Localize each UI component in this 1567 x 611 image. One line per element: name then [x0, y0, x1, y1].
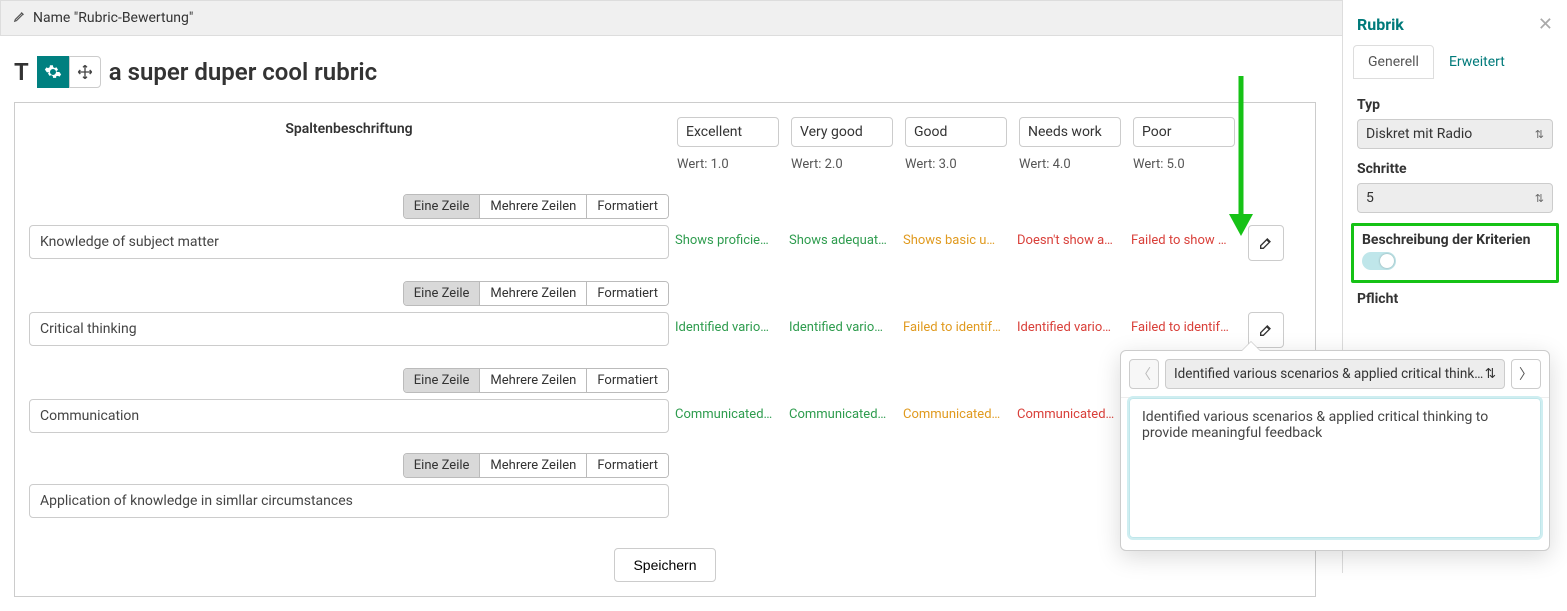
seg-multi-line[interactable]: Mehrere Zeilen — [480, 454, 587, 477]
column-value: Wert: 2.0 — [787, 147, 897, 174]
row-format-segmented: Eine Zeile Mehrere Zeilen Formatiert — [403, 368, 669, 393]
rubric-grid: Spaltenbeschriftung Excellent Very good … — [29, 117, 1301, 518]
column-header-input[interactable]: Excellent — [677, 117, 779, 147]
seg-one-line[interactable]: Eine Zeile — [404, 195, 481, 218]
column-value: Wert: 4.0 — [1015, 147, 1125, 174]
criteria-cell[interactable]: Identified vario… — [787, 312, 897, 348]
column-header-input[interactable]: Needs work — [1019, 117, 1121, 147]
seg-multi-line[interactable]: Mehrere Zeilen — [480, 282, 587, 305]
annotation-arrow-icon — [1229, 76, 1269, 246]
tool-pair — [37, 56, 101, 88]
label-steps: Schritte — [1357, 161, 1553, 177]
row-format-segmented: Eine Zeile Mehrere Zeilen Formatiert — [403, 194, 669, 219]
label-criteria-desc: Beschreibung der Kriterien — [1362, 232, 1548, 248]
column-value: Wert: 1.0 — [673, 147, 783, 174]
label-typ: Typ — [1357, 97, 1553, 113]
criteria-editor-popover: 〈 Identified various scenarios & applied… — [1120, 350, 1550, 551]
gear-button[interactable] — [37, 56, 69, 88]
title-suffix: a super duper cool rubric — [105, 58, 377, 86]
pencil-icon — [13, 9, 27, 27]
row-label-input[interactable]: Application of knowledge in simllar circ… — [29, 484, 669, 518]
seg-formatted[interactable]: Formatiert — [587, 282, 668, 305]
criteria-cell[interactable]: Communicated… — [901, 399, 1011, 433]
rubric-title-row: T a super duper cool rubric — [14, 56, 1316, 88]
criteria-textarea[interactable] — [1129, 398, 1541, 538]
chevron-updown-icon: ⇅ — [1535, 192, 1544, 205]
chevron-right-icon: 〉 — [1519, 364, 1533, 384]
seg-one-line[interactable]: Eine Zeile — [404, 369, 481, 392]
seg-formatted[interactable]: Formatiert — [587, 369, 668, 392]
row-label-input[interactable]: Knowledge of subject matter — [29, 225, 669, 259]
chevron-updown-icon: ⇅ — [1485, 366, 1496, 382]
column-label-heading: Spaltenbeschriftung — [29, 117, 669, 147]
criteria-select[interactable]: Identified various scenarios & applied c… — [1165, 359, 1505, 389]
sidebar-title: Rubrik — [1357, 15, 1404, 34]
seg-formatted[interactable]: Formatiert — [587, 454, 668, 477]
criteria-cell[interactable]: Identified vario… — [1015, 312, 1125, 348]
row-label-input[interactable]: Communication — [29, 399, 669, 433]
criteria-cell[interactable]: Shows proficie… — [673, 225, 783, 261]
column-value: Wert: 5.0 — [1129, 147, 1239, 174]
chevron-left-icon: 〈 — [1137, 364, 1151, 384]
prev-button[interactable]: 〈 — [1129, 359, 1159, 389]
column-header-input[interactable]: Good — [905, 117, 1007, 147]
criteria-cell[interactable]: Failed to identif… — [901, 312, 1011, 348]
row-format-segmented: Eine Zeile Mehrere Zeilen Formatiert — [403, 453, 669, 478]
label-pflicht: Pflicht — [1357, 291, 1553, 307]
criteria-cell[interactable]: Communicated… — [673, 399, 783, 433]
header-bar: Name "Rubric-Bewertung" — [0, 0, 1567, 36]
close-icon[interactable]: ✕ — [1538, 14, 1553, 35]
row-label-input[interactable]: Critical thinking — [29, 312, 669, 346]
tab-advanced[interactable]: Erweitert — [1434, 45, 1520, 79]
header-label: Name "Rubric-Bewertung" — [33, 10, 193, 26]
row-format-segmented: Eine Zeile Mehrere Zeilen Formatiert — [403, 281, 669, 306]
criteria-cell[interactable]: Shows adequat… — [787, 225, 897, 261]
select-typ[interactable]: Diskret mit Radio ⇅ — [1357, 119, 1553, 149]
seg-multi-line[interactable]: Mehrere Zeilen — [480, 195, 587, 218]
toggle-criteria-desc[interactable] — [1362, 252, 1396, 270]
seg-one-line[interactable]: Eine Zeile — [404, 282, 481, 305]
column-value: Wert: 3.0 — [901, 147, 1011, 174]
criteria-cell[interactable]: Doesn't show a… — [1015, 225, 1125, 261]
seg-one-line[interactable]: Eine Zeile — [404, 454, 481, 477]
criteria-cell[interactable]: Failed to show … — [1129, 225, 1239, 261]
seg-formatted[interactable]: Formatiert — [587, 195, 668, 218]
move-button[interactable] — [69, 56, 101, 88]
seg-multi-line[interactable]: Mehrere Zeilen — [480, 369, 587, 392]
next-button[interactable]: 〉 — [1511, 359, 1541, 389]
criteria-cell[interactable]: Failed to identif… — [1129, 312, 1239, 348]
title-prefix: T — [14, 58, 33, 86]
column-header-input[interactable]: Very good — [791, 117, 893, 147]
tab-general[interactable]: Generell — [1353, 45, 1434, 79]
select-steps[interactable]: 5 ⇅ — [1357, 183, 1553, 213]
criteria-cell[interactable]: Communicated… — [1015, 399, 1125, 433]
select-typ-value: Diskret mit Radio — [1366, 126, 1472, 142]
column-header-input[interactable]: Poor — [1133, 117, 1235, 147]
highlight-criteria-description: Beschreibung der Kriterien — [1351, 223, 1559, 283]
chevron-updown-icon: ⇅ — [1535, 128, 1544, 141]
save-button[interactable]: Speichern — [614, 548, 715, 582]
select-steps-value: 5 — [1366, 190, 1374, 206]
criteria-select-value: Identified various scenarios & applied c… — [1174, 366, 1485, 382]
criteria-cell[interactable]: Shows basic u… — [901, 225, 1011, 261]
criteria-cell[interactable]: Communicated… — [787, 399, 897, 433]
criteria-cell[interactable]: Identified vario… — [673, 312, 783, 348]
